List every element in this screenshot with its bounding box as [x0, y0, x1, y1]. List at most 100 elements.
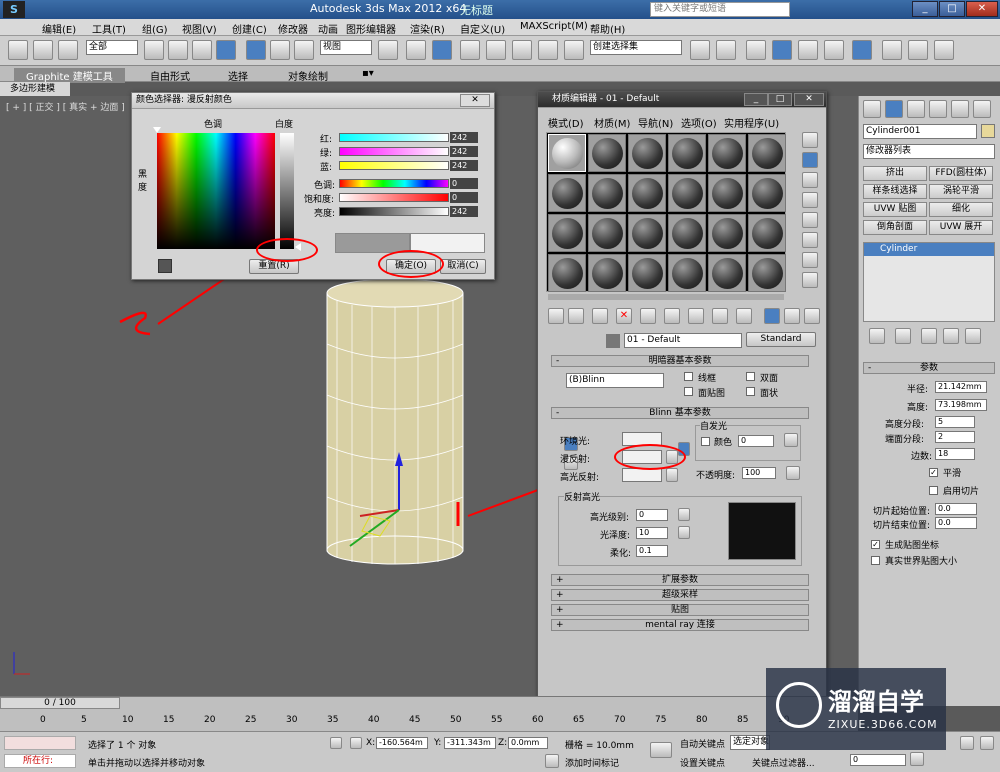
mental-ray-rollout[interactable]: + mental ray 连接 — [551, 619, 809, 631]
get-material-icon[interactable] — [548, 308, 564, 324]
render-production-icon[interactable] — [934, 40, 954, 60]
red-slider[interactable] — [339, 133, 449, 142]
material-sample-slot[interactable] — [628, 134, 666, 172]
blue-slider[interactable] — [339, 161, 449, 170]
glossiness-value[interactable]: 10 — [636, 527, 668, 539]
supersampling-rollout[interactable]: + 超级采样 — [551, 589, 809, 601]
material-name-field[interactable]: 01 - Default — [624, 333, 742, 348]
ribbon-options-icon[interactable]: ▪▾ — [362, 68, 374, 79]
zoom-extents-icon[interactable] — [960, 736, 974, 750]
ribbon-polygon-modeling[interactable]: 多边形建模 — [0, 82, 70, 96]
material-sample-slot[interactable] — [708, 174, 746, 212]
material-sample-slot[interactable] — [588, 254, 626, 292]
material-type-button[interactable]: Standard — [746, 332, 816, 347]
options-icon[interactable] — [802, 252, 818, 268]
tessellate-button[interactable]: 细化 — [929, 202, 993, 217]
go-to-parent-icon[interactable] — [764, 308, 780, 324]
selection-lock-icon[interactable] — [330, 737, 342, 749]
green-value[interactable]: 242 — [450, 146, 478, 157]
cylinder-object[interactable] — [326, 278, 464, 565]
slots-scrollbar[interactable] — [548, 294, 784, 300]
extended-params-rollout[interactable]: + 扩展参数 — [551, 574, 809, 586]
snaps-toggle-icon[interactable] — [460, 40, 480, 60]
object-color-swatch[interactable] — [981, 124, 995, 138]
curve-editor-icon[interactable] — [798, 40, 818, 60]
z-coordinate[interactable]: 0.0mm — [508, 737, 548, 749]
material-sample-slot[interactable] — [588, 174, 626, 212]
self-illum-color-checkbox[interactable] — [701, 437, 710, 446]
me-menu-utilities[interactable]: 实用程序(U) — [724, 115, 779, 130]
select-by-material-icon[interactable] — [802, 272, 818, 288]
bind-space-warp-icon[interactable] — [58, 40, 78, 60]
ffd-cylinder-button[interactable]: FFD(圆柱体) — [929, 166, 993, 181]
material-sample-slot[interactable] — [628, 214, 666, 252]
time-slider[interactable]: 0 / 100 — [0, 697, 120, 709]
material-sample-slot[interactable] — [628, 254, 666, 292]
search-input[interactable]: 键入关键字或短语 — [650, 2, 790, 17]
make-unique-icon[interactable] — [640, 308, 656, 324]
rendered-frame-window-icon[interactable] — [908, 40, 928, 60]
menu-edit[interactable]: 编辑(E) — [42, 21, 76, 36]
tab-graphite[interactable]: Graphite 建模工具 — [14, 68, 125, 83]
shader-dropdown[interactable]: (B)Blinn — [566, 373, 664, 388]
pick-material-icon[interactable] — [606, 334, 620, 348]
self-illum-value[interactable]: 0 — [738, 435, 774, 447]
material-sample-slot[interactable] — [628, 174, 666, 212]
select-move-icon[interactable] — [246, 40, 266, 60]
material-sample-slot[interactable] — [748, 254, 786, 292]
turbosmooth-button[interactable]: 涡轮平滑 — [929, 184, 993, 199]
me-menu-navigation[interactable]: 导航(N) — [638, 115, 673, 130]
slice-on-checkbox[interactable] — [929, 486, 938, 495]
blue-value[interactable]: 242 — [450, 160, 478, 171]
uv-tiling-icon[interactable] — [802, 192, 818, 208]
schematic-view-icon[interactable] — [824, 40, 844, 60]
opacity-value[interactable]: 100 — [742, 467, 776, 479]
make-unique-stack-icon[interactable] — [921, 328, 937, 344]
time-config-icon[interactable] — [910, 752, 924, 766]
select-object-icon[interactable] — [144, 40, 164, 60]
set-key-button[interactable]: 设置关键点 — [680, 756, 725, 769]
modifier-list-dropdown[interactable]: 修改器列表 — [863, 144, 995, 159]
menu-help[interactable]: 帮助(H) — [590, 21, 625, 36]
select-by-name-icon[interactable] — [168, 40, 188, 60]
material-sample-slot[interactable] — [668, 214, 706, 252]
backlight-icon[interactable] — [802, 152, 818, 168]
mirror-icon[interactable] — [690, 40, 710, 60]
material-sample-slot[interactable] — [748, 134, 786, 172]
reset-map-icon[interactable]: ✕ — [616, 308, 632, 324]
red-value[interactable]: 242 — [450, 132, 478, 143]
soften-value[interactable]: 0.1 — [636, 545, 668, 557]
material-id-icon[interactable] — [688, 308, 704, 324]
me-menu-mode[interactable]: 模式(D) — [548, 115, 584, 130]
specular-color-swatch[interactable] — [622, 468, 662, 482]
time-tag-icon[interactable] — [545, 754, 559, 768]
percent-snap-icon[interactable] — [512, 40, 532, 60]
material-sample-slot[interactable] — [548, 134, 586, 172]
menu-group[interactable]: 组(G) — [142, 21, 168, 36]
sample-type-icon[interactable] — [802, 132, 818, 148]
value-value[interactable]: 242 — [450, 206, 478, 217]
object-name-field[interactable]: Cylinder001 — [863, 124, 977, 139]
current-frame-field[interactable]: 0 — [850, 754, 906, 766]
app-logo-icon[interactable]: S — [3, 1, 25, 18]
me-menu-options[interactable]: 选项(O) — [681, 115, 717, 130]
hue-value[interactable]: 0 — [450, 178, 478, 189]
tab-object-paint[interactable]: 对象绘制 — [288, 68, 328, 83]
pivot-center-icon[interactable] — [378, 40, 398, 60]
menu-graph-editors[interactable]: 图形编辑器 — [346, 21, 396, 36]
make-preview-icon[interactable] — [802, 232, 818, 248]
put-to-scene-icon[interactable] — [592, 308, 608, 324]
select-scale-icon[interactable] — [294, 40, 314, 60]
saturation-value[interactable]: 0 — [450, 192, 478, 203]
menu-animation[interactable]: 动画 — [318, 21, 338, 36]
menu-tools[interactable]: 工具(T) — [92, 21, 126, 36]
edit-named-selection-icon[interactable] — [564, 40, 584, 60]
bevel-profile-button[interactable]: 倒角剖面 — [863, 220, 927, 235]
material-editor-icon[interactable] — [852, 40, 872, 60]
specular-map-button[interactable] — [666, 468, 678, 482]
close-button[interactable]: ✕ — [966, 1, 998, 17]
whiteness-bar[interactable] — [280, 133, 294, 249]
material-sample-slot[interactable] — [668, 134, 706, 172]
reference-coordinate-dropdown[interactable]: 视图 — [320, 40, 372, 55]
show-map-icon[interactable] — [712, 308, 728, 324]
